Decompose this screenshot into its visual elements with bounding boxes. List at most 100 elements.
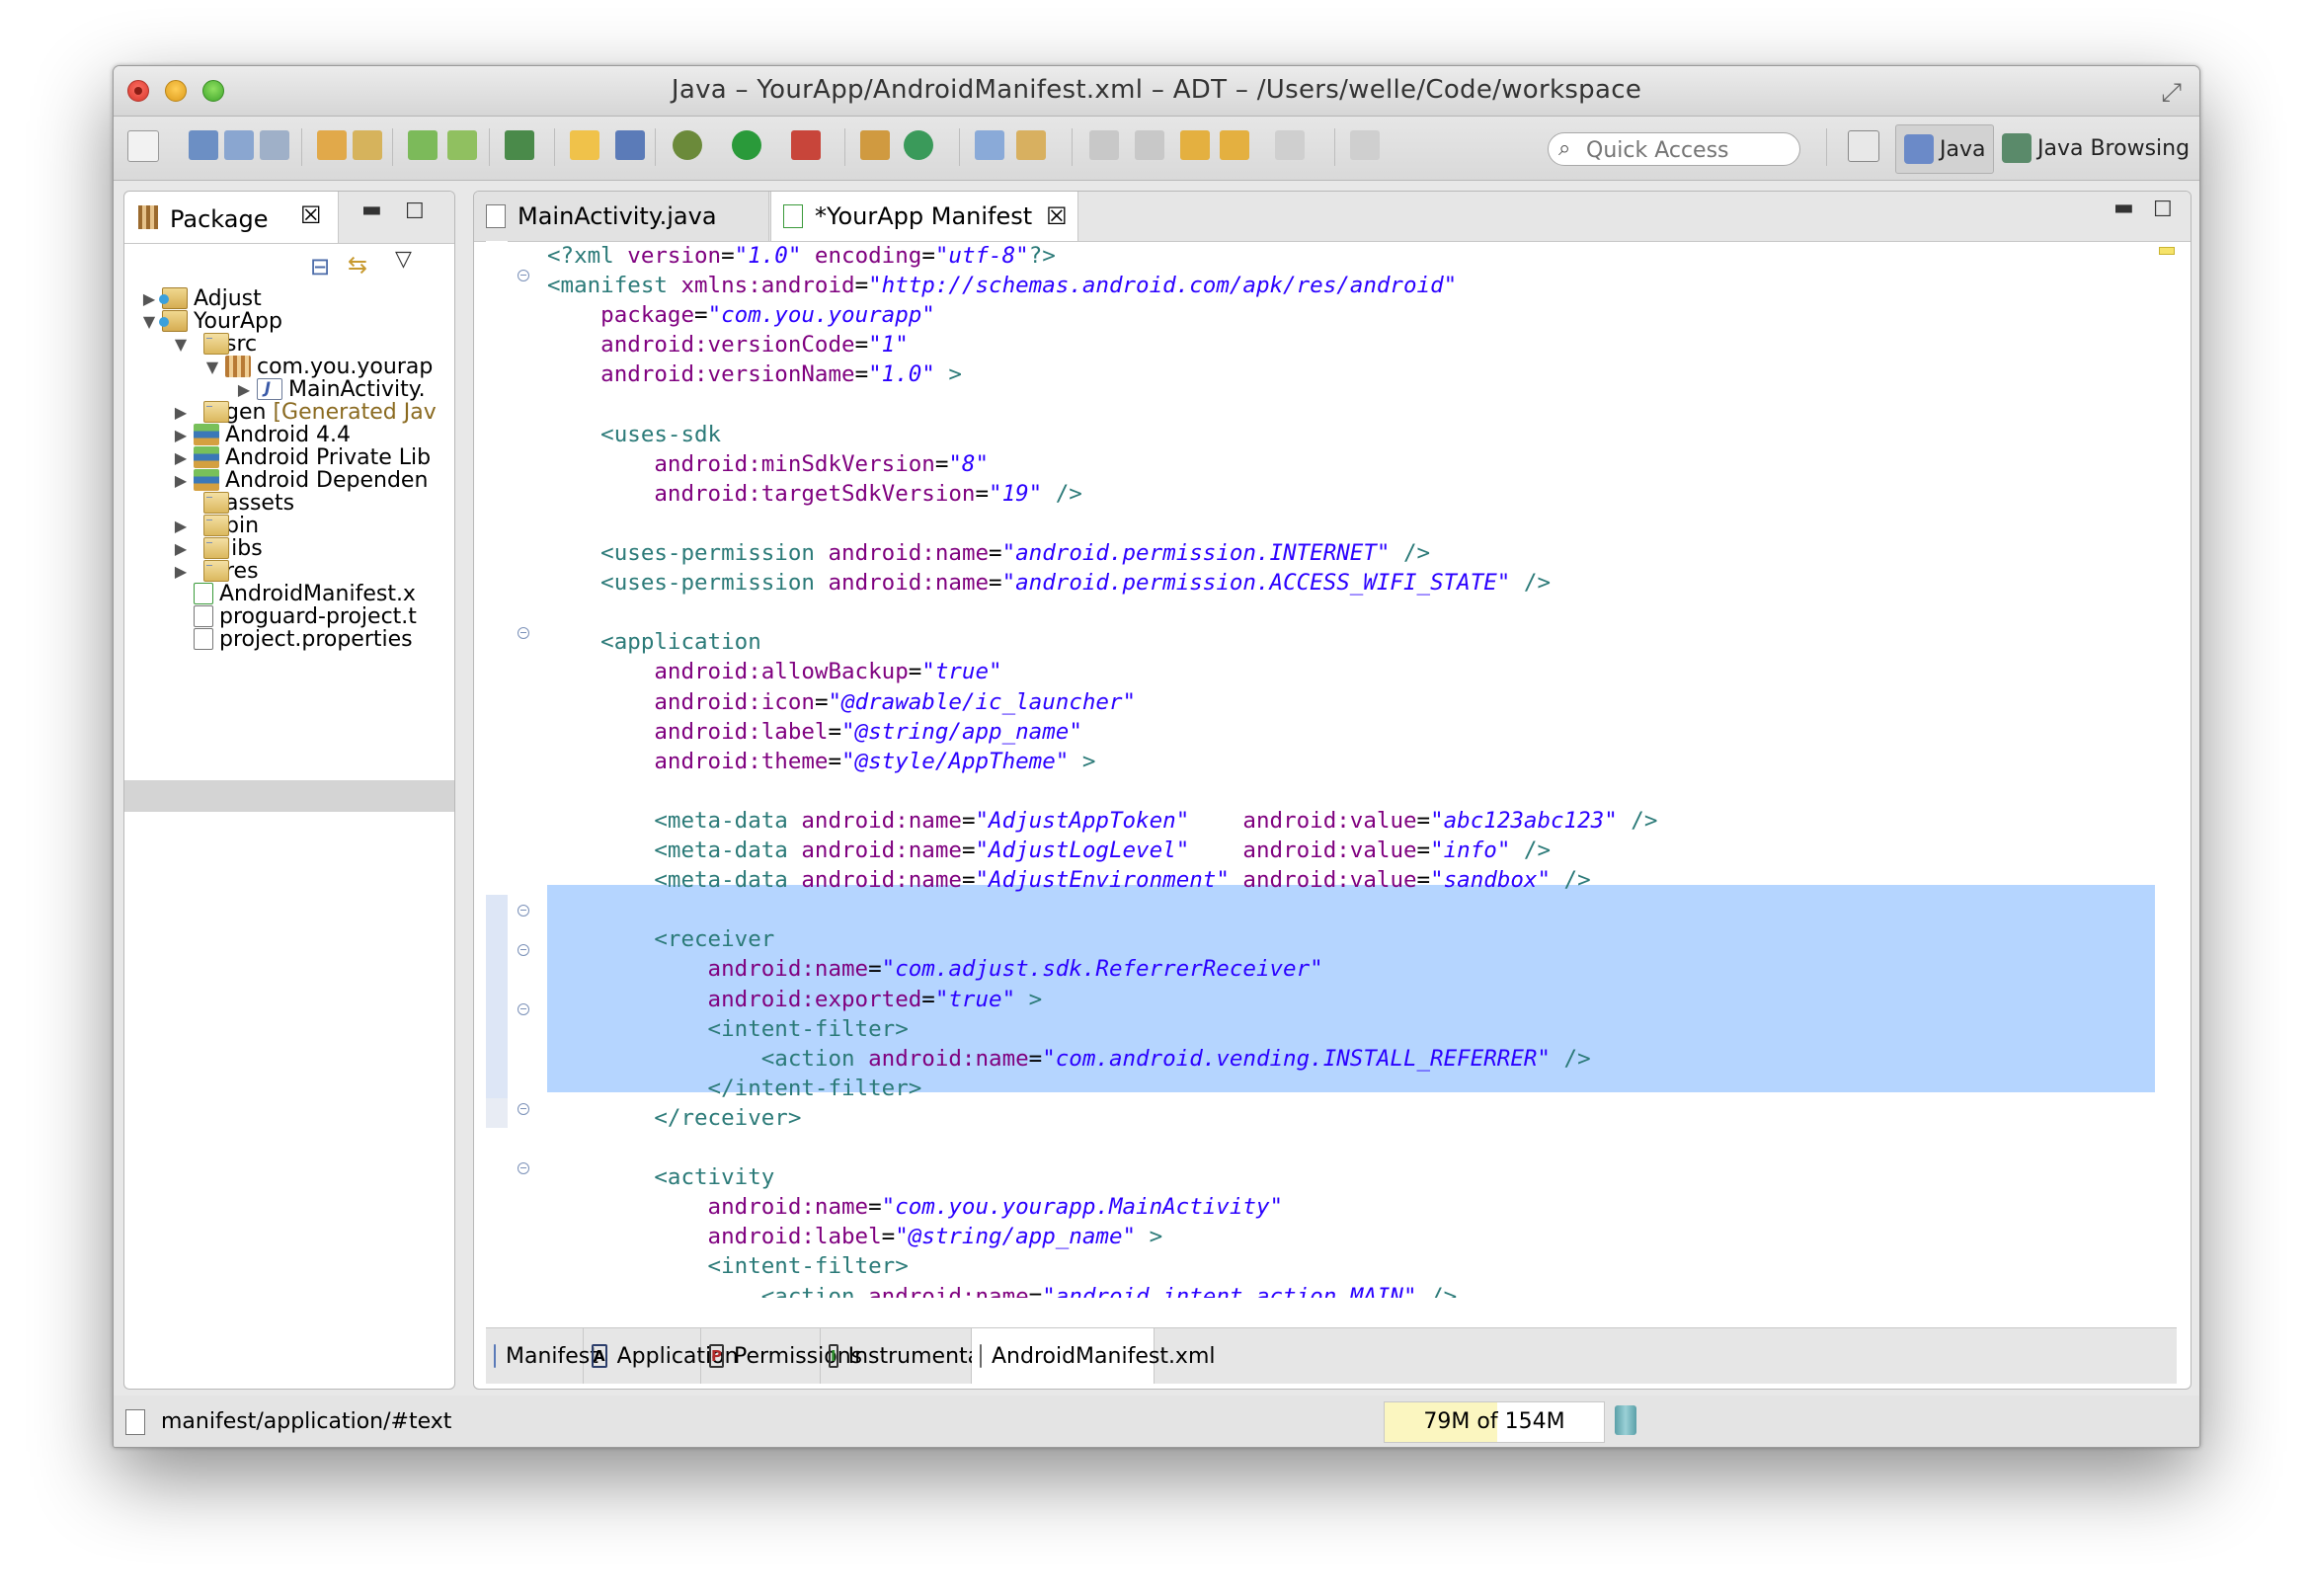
next-annotation-icon[interactable] [1089,130,1119,160]
code-token: "info" [1430,838,1511,863]
fold-toggle-icon[interactable] [518,627,529,639]
garbage-collect-icon[interactable] [1615,1405,1636,1435]
code-token: = [814,688,829,715]
code-token: "8" [948,450,990,477]
collapse-arrow-icon[interactable]: ▼ [203,358,221,376]
maximize-view-icon[interactable]: ☐ [405,200,425,224]
heap-status[interactable]: 79M of 154M [1384,1401,1605,1443]
back-icon[interactable] [1220,130,1249,160]
code-token: android:allowBackup [547,659,909,685]
code-token: encoding [801,243,922,269]
android-avd-manager-icon[interactable] [353,130,382,160]
perspective-java-browsing[interactable]: Java Browsing [1996,124,2195,172]
save-all-icon[interactable] [224,130,254,160]
save-icon[interactable] [189,130,218,160]
perspective-java[interactable]: Java [1895,124,1995,174]
checkbox-icon[interactable] [505,130,534,160]
code-token: > [934,361,962,388]
code-token: android:name [801,838,962,863]
fold-toggle-icon[interactable] [518,944,529,956]
code-line: android:versionName="1.0" > [547,359,962,389]
package-explorer-toolbar: ⊟ ⇆ ▽ [124,243,454,282]
code-token: /> [1416,1283,1458,1299]
tab-package-explorer[interactable]: Package ☒ [124,192,339,243]
open-type-icon[interactable] [975,130,1004,160]
xml-source-icon [980,1344,982,1368]
tab-permissions[interactable]: P Permissions [701,1328,862,1384]
tab-instrumentation[interactable]: I Instrumentation [821,1328,1022,1384]
code-token: "true" [921,659,1002,685]
fullscreen-icon[interactable]: ⤢ [2161,78,2182,109]
tree-item-project-properties[interactable]: project.properties [172,623,413,655]
code-token: "android.intent.action.MAIN" [1042,1283,1417,1299]
previous-annotation-icon[interactable] [1135,130,1164,160]
code-token: "19" [989,480,1043,507]
new-class-icon[interactable] [860,130,890,160]
code-token: > [1069,748,1096,774]
last-edit-location-icon[interactable] [1180,130,1210,160]
tab-package-explorer-label: Package [170,205,269,233]
code-token: <action [547,1045,869,1072]
minimize-editor-icon[interactable]: ▬ [2113,196,2134,220]
link-with-editor-icon[interactable]: ⇆ [348,251,367,279]
run-icon[interactable] [732,130,761,160]
code-token: "AdjustAppToken" [975,807,1190,834]
xml-source-editor[interactable]: <?xml version="1.0" encoding="utf-8"?> <m… [486,241,2177,1298]
warning-marker[interactable] [2159,247,2175,255]
code-line: <manifest xmlns:android="http://schemas.… [547,271,1457,300]
code-line: <meta-data android:name="AdjustLogLevel"… [547,836,1551,865]
forward-icon[interactable] [1275,130,1305,160]
search-icon: ⌕ [1558,136,1571,161]
code-line: <uses-permission android:name="android.p… [547,568,1551,598]
collapse-arrow-icon[interactable]: ▼ [172,335,190,354]
fold-toggle-icon[interactable] [518,270,529,281]
quick-access-input[interactable] [1584,136,1786,164]
code-token: = [694,302,708,329]
collapse-arrow-icon[interactable]: ▼ [140,312,158,331]
java-perspective-icon [1904,134,1934,164]
fold-toggle-icon[interactable] [518,1162,529,1174]
close-icon[interactable]: ☒ [300,201,322,229]
tree-item-label: project.properties [219,626,413,652]
tab-yourapp-manifest[interactable]: *YourApp Manifest ☒ [770,192,1078,241]
quick-access-field[interactable]: ⌕ [1548,132,1800,166]
skip-breakpoints-icon[interactable] [615,130,645,160]
view-menu-chevron-down-icon[interactable]: ▽ [395,247,412,272]
search-tool-icon[interactable] [1016,130,1046,160]
new-icon[interactable] [127,130,159,162]
external-tools-icon[interactable] [791,130,821,160]
code-line: </intent-filter> [547,1074,922,1103]
code-token: = [854,273,869,299]
open-perspective-icon[interactable] [1848,130,1879,162]
code-token: "utf-8" [934,243,1029,269]
android-download-icon[interactable] [408,130,438,160]
code-token: android:name [801,807,962,834]
new-java-class-icon[interactable] [904,130,933,160]
tab-mainactivity-java[interactable]: MainActivity.java [474,192,769,241]
code-token: package [547,302,695,329]
print-icon[interactable] [260,130,289,160]
tab-application[interactable]: A Application [584,1328,739,1384]
android-lint-icon[interactable] [447,130,477,160]
tab-androidmanifest-xml[interactable]: AndroidManifest.xml [972,1328,1216,1384]
debug-icon[interactable] [673,130,702,160]
collapse-all-icon[interactable]: ⊟ [310,253,330,280]
code-token: android:theme [547,748,829,774]
code-token: <activity [547,1164,775,1191]
tab-manifest[interactable]: Manifest [486,1328,598,1384]
code-token: = [881,1224,896,1250]
fold-toggle-icon[interactable] [518,1003,529,1015]
maximize-editor-icon[interactable]: ☐ [2153,198,2173,222]
code-token: android:name [547,1194,869,1221]
adt-window: Java – YourApp/AndroidManifest.xml – ADT… [113,65,2200,1448]
code-line: <activity [547,1162,774,1192]
close-icon[interactable]: ☒ [1046,202,1068,230]
android-sdk-manager-icon[interactable] [317,130,347,160]
code-token: <action [547,1283,869,1299]
fold-toggle-icon[interactable] [518,1103,529,1115]
minimize-view-icon[interactable]: ▬ [361,198,382,222]
pin-editor-icon[interactable] [1350,130,1380,160]
new-android-project-icon[interactable] [570,130,599,160]
manifest-overview-icon [494,1344,496,1368]
fold-toggle-icon[interactable] [518,905,529,917]
